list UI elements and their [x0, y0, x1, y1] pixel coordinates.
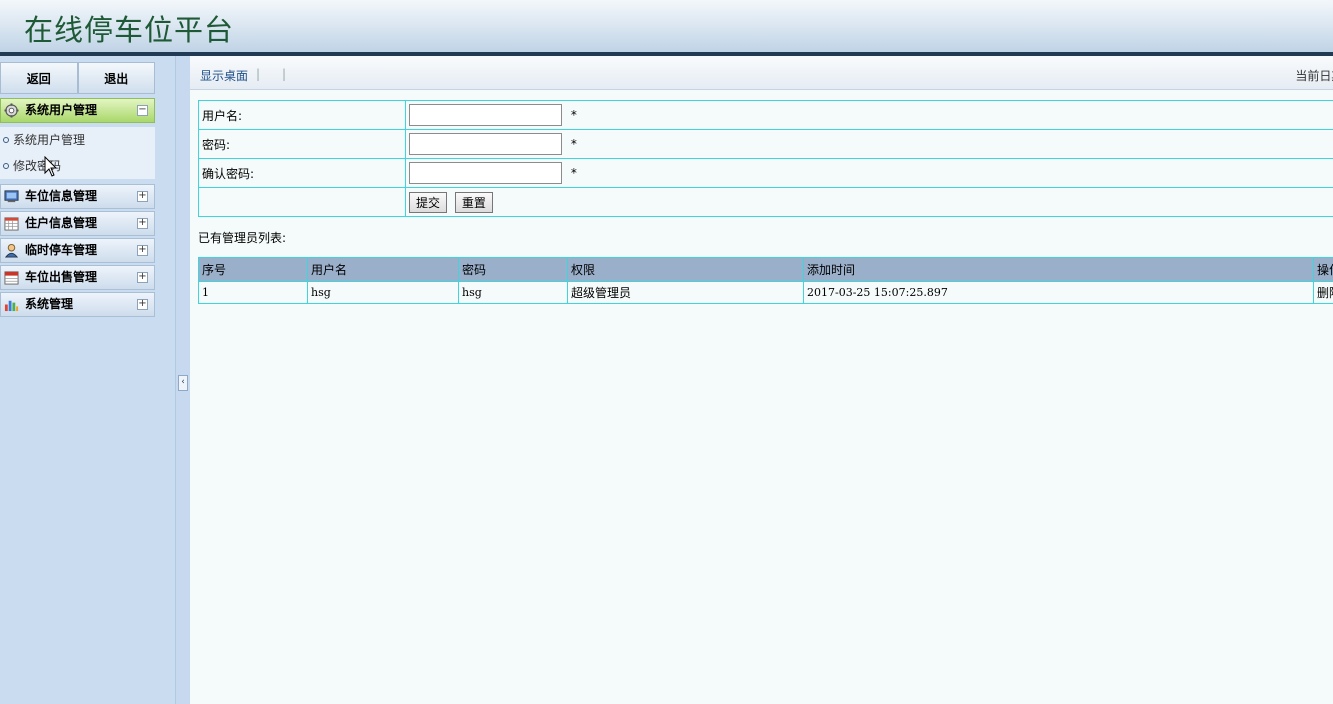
buttons-cell: 提交 重置: [405, 187, 1333, 217]
table-header-row: 序号 用户名 密码 权限 添加时间 操作: [198, 257, 1333, 282]
empty-cell: [198, 187, 406, 217]
table-cell: hsg: [307, 281, 459, 304]
monitor-icon: [4, 190, 19, 203]
table-cell: 超级管理员: [567, 281, 804, 304]
menu-label: 临时停车管理: [25, 243, 98, 257]
username-label: 用户名:: [198, 100, 406, 130]
sidebar-top-buttons: 返回 退出: [0, 62, 155, 94]
menu-resident-info[interactable]: 住户信息管理 +: [0, 211, 155, 236]
table-row: 1 hsg hsg 超级管理员 2017-03-25 15:07:25.897 …: [198, 281, 1333, 304]
logout-button[interactable]: 退出: [77, 62, 155, 94]
menu-system-users[interactable]: 系统用户管理 −: [0, 98, 155, 123]
sidebar-item-system-users[interactable]: 系统用户管理: [0, 127, 155, 153]
menu-label: 系统管理: [25, 297, 74, 311]
table-cell: hsg: [458, 281, 568, 304]
bullet-icon: [3, 163, 9, 169]
add-admin-form: 用户名: * 密码: * 确认密码: * 提交 重置: [198, 100, 1333, 217]
mouse-cursor-icon: [44, 156, 58, 177]
table-cell: 1: [198, 281, 308, 304]
sidebar-item-change-password[interactable]: 修改密码: [0, 153, 155, 179]
app-header: 在线停车位平台: [0, 0, 1333, 52]
divider: |: [282, 67, 287, 81]
menu-parking-sale[interactable]: 车位出售管理 +: [0, 265, 155, 290]
column-header: 添加时间: [803, 257, 1314, 282]
table-cell: 2017-03-25 15:07:25.897: [803, 281, 1314, 304]
column-header: 用户名: [307, 257, 459, 282]
password-cell: *: [405, 129, 1333, 159]
menu-parking-info[interactable]: 车位信息管理 +: [0, 184, 155, 209]
username-cell: *: [405, 100, 1333, 130]
form-row-username: 用户名: *: [198, 100, 1333, 130]
required-mark: *: [570, 137, 577, 151]
menu-temporary-parking[interactable]: 临时停车管理 +: [0, 238, 155, 263]
menu-label: 车位出售管理: [25, 270, 98, 284]
column-header: 操作: [1313, 257, 1333, 282]
app-title: 在线停车位平台: [24, 13, 235, 47]
bullet-icon: [3, 137, 9, 143]
password-input[interactable]: [409, 133, 562, 155]
reset-button[interactable]: 重置: [454, 191, 493, 213]
header-divider: [0, 52, 1333, 56]
submit-button[interactable]: 提交: [409, 191, 448, 213]
menu-label: 系统用户管理: [25, 103, 98, 117]
form-row-confirm: 确认密码: *: [198, 158, 1333, 188]
expand-icon[interactable]: +: [137, 191, 148, 202]
confirm-password-label: 确认密码:: [198, 158, 406, 188]
expand-icon[interactable]: +: [137, 218, 148, 229]
collapse-sidebar-icon[interactable]: ‹: [178, 375, 188, 391]
expand-icon[interactable]: +: [137, 299, 148, 310]
form-row-password: 密码: *: [198, 129, 1333, 159]
divider: |: [256, 67, 261, 81]
sidebar-splitter[interactable]: ‹: [175, 56, 190, 704]
expand-icon[interactable]: +: [137, 245, 148, 256]
back-button[interactable]: 返回: [0, 62, 78, 94]
column-header: 权限: [567, 257, 804, 282]
breadcrumb: 显示桌面 | | 当前日期：2: [190, 58, 1333, 90]
delete-link[interactable]: 删除: [1313, 281, 1333, 304]
sidebar: 返回 退出 系统用户管理 − 系统用户管理 修改密码 车位信息管理 + 住户信息…: [0, 56, 175, 704]
password-label: 密码:: [198, 129, 406, 159]
admin-list-table: 序号 用户名 密码 权限 添加时间 操作 1 hsg hsg 超级管理员 201…: [198, 257, 1333, 304]
current-date: 当前日期：2: [1295, 69, 1333, 83]
sidebar-item-label: 系统用户管理: [13, 133, 86, 147]
user-icon: [4, 243, 19, 258]
gear-icon: [4, 103, 19, 118]
required-mark: *: [570, 108, 577, 122]
menu-label: 住户信息管理: [25, 216, 98, 230]
calendar-icon: [4, 217, 19, 231]
expand-icon[interactable]: +: [137, 272, 148, 283]
column-header: 序号: [198, 257, 308, 282]
show-desktop-link[interactable]: 显示桌面: [200, 67, 248, 84]
confirm-cell: *: [405, 158, 1333, 188]
username-input[interactable]: [409, 104, 562, 126]
admin-list-title: 已有管理员列表:: [198, 231, 287, 245]
collapse-icon[interactable]: −: [137, 105, 148, 116]
calendar-red-icon: [4, 271, 19, 285]
bar-chart-icon: [4, 300, 19, 312]
menu-label: 车位信息管理: [25, 189, 98, 203]
required-mark: *: [570, 166, 577, 180]
menu-system-management[interactable]: 系统管理 +: [0, 292, 155, 317]
confirm-password-input[interactable]: [409, 162, 562, 184]
column-header: 密码: [458, 257, 568, 282]
form-row-buttons: 提交 重置: [198, 187, 1333, 217]
